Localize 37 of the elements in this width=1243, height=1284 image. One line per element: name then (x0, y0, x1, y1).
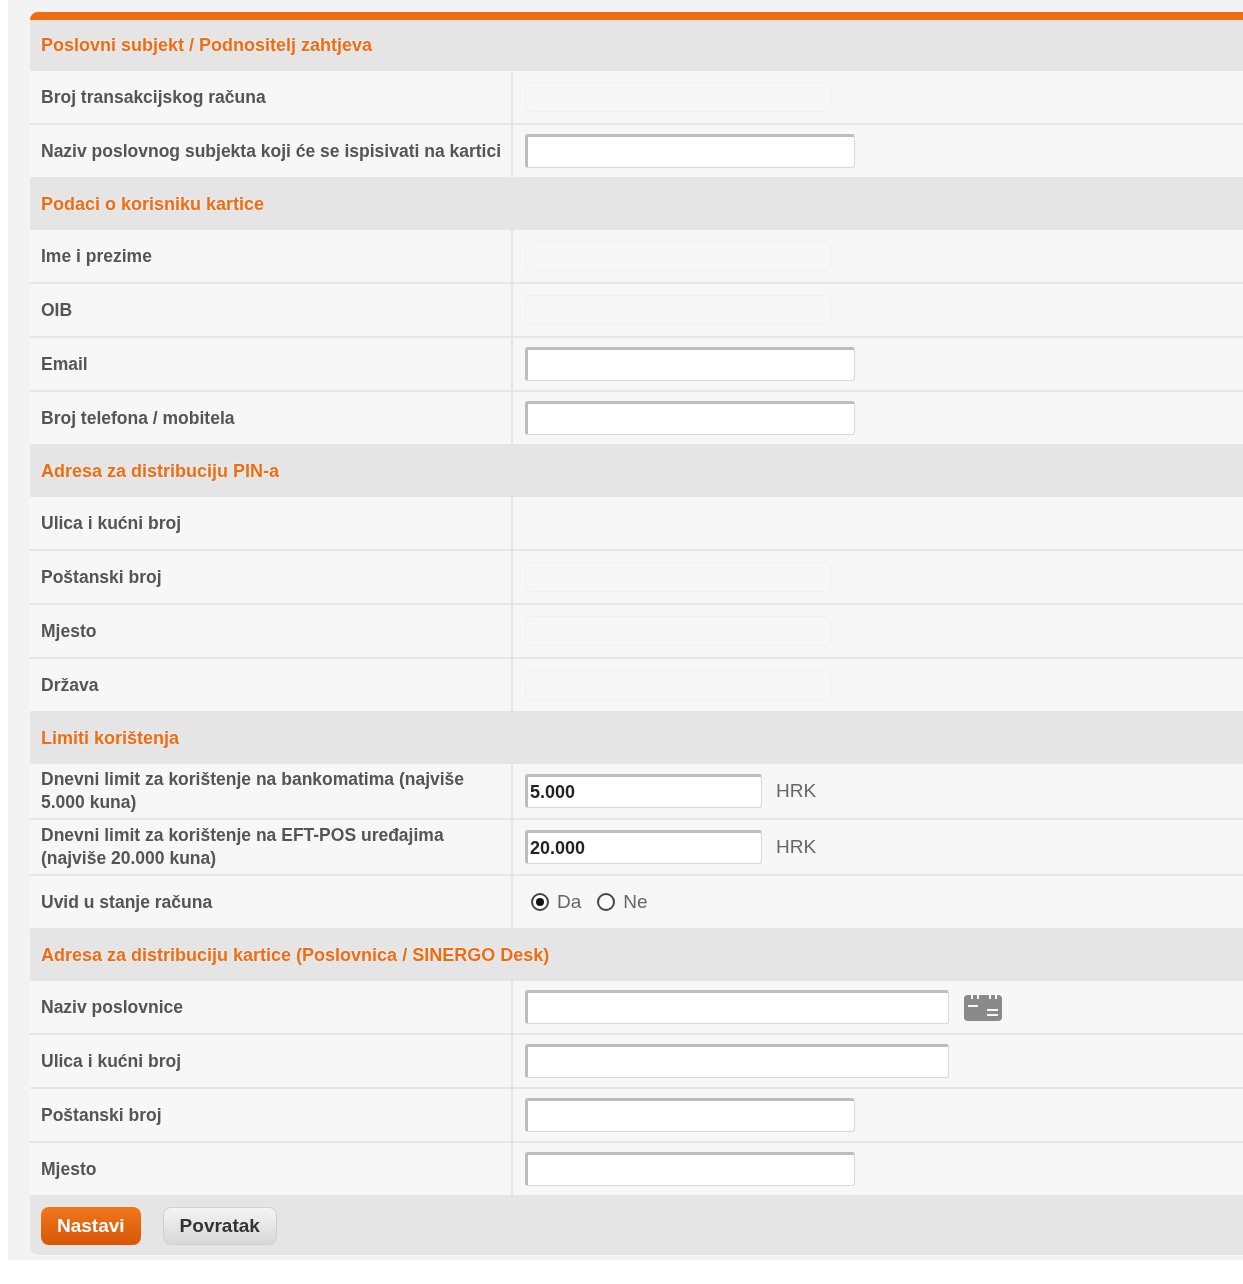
field-label: Ulica i kućni broj (41, 1049, 182, 1073)
field-label: Mjesto (41, 1157, 97, 1181)
currency-label: HRK (776, 836, 817, 858)
input-field[interactable] (525, 401, 855, 435)
field-label: Mjesto (41, 619, 97, 643)
currency-label: HRK (776, 780, 817, 802)
field-label: Email (41, 352, 88, 376)
radio-option[interactable]: Ne (597, 891, 648, 913)
field-label: Poštanski broj (41, 1103, 162, 1127)
input-field[interactable] (525, 134, 855, 168)
section-title: Limiti korištenja (41, 728, 180, 749)
field-label: Dnevni limit za korištenje na bankomatima (najviše 5.000 kuna) (41, 768, 466, 814)
field-label: Ime i prezime (41, 244, 152, 268)
input-field[interactable] (525, 1152, 855, 1186)
field-label: Poštanski broj (41, 565, 162, 589)
section-title: Poslovni subjekt / Podnositelj zahtjeva (41, 35, 373, 56)
section-title: Adresa za distribuciju PIN-a (41, 461, 280, 482)
field-label: Broj telefona / mobitela (41, 406, 235, 430)
input-field[interactable] (525, 1098, 855, 1132)
radio-option[interactable]: Da (531, 891, 582, 913)
field-label: Uvid u stanje računa (41, 890, 213, 914)
field-label: Država (41, 673, 99, 697)
field-label: Naziv poslovnice (41, 995, 183, 1019)
section-title: Adresa za distribuciju kartice (Poslovnica / SINERGO Desk) (41, 945, 550, 966)
picker-icon[interactable] (963, 992, 1003, 1022)
section-title: Podaci o korisniku kartice (41, 194, 265, 215)
field-label: OIB (41, 298, 73, 322)
input-field[interactable] (525, 1044, 949, 1078)
input-field[interactable] (525, 990, 949, 1024)
amount-field[interactable]: 5.000 (525, 774, 762, 808)
field-label: Naziv poslovnog subjekta koji će se ispisivati na kartici (41, 139, 502, 163)
field-label: Broj transakcijskog računa (41, 85, 266, 109)
amount-field[interactable]: 20.000 (525, 830, 762, 864)
field-label: Ulica i kućni broj (41, 511, 182, 535)
back-button[interactable]: Povratak (162, 1207, 277, 1245)
input-field[interactable] (525, 347, 855, 381)
field-label: Dnevni limit za korištenje na EFT-POS uređajima (najviše 20.000 kuna) (41, 824, 445, 870)
